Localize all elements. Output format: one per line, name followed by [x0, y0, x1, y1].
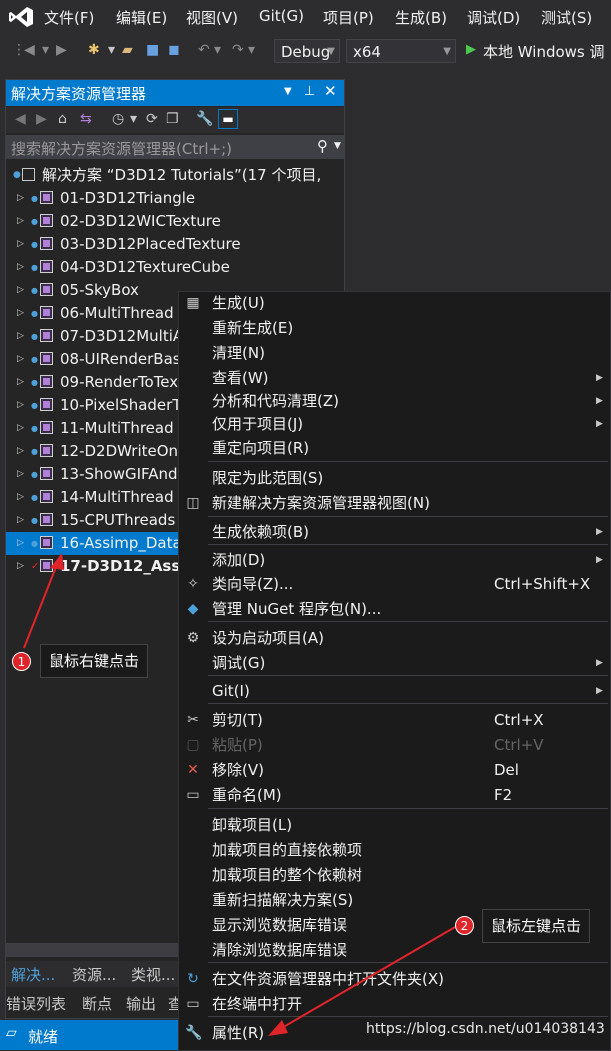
annotation-badge-2: 2: [455, 916, 474, 935]
annotation-arrows: [23, 553, 463, 1036]
annotation-callout-1: 鼠标右键点击: [40, 644, 149, 678]
annotation-badge-1: 1: [12, 652, 31, 671]
annotation-callout-2: 鼠标左键点击: [482, 909, 591, 943]
